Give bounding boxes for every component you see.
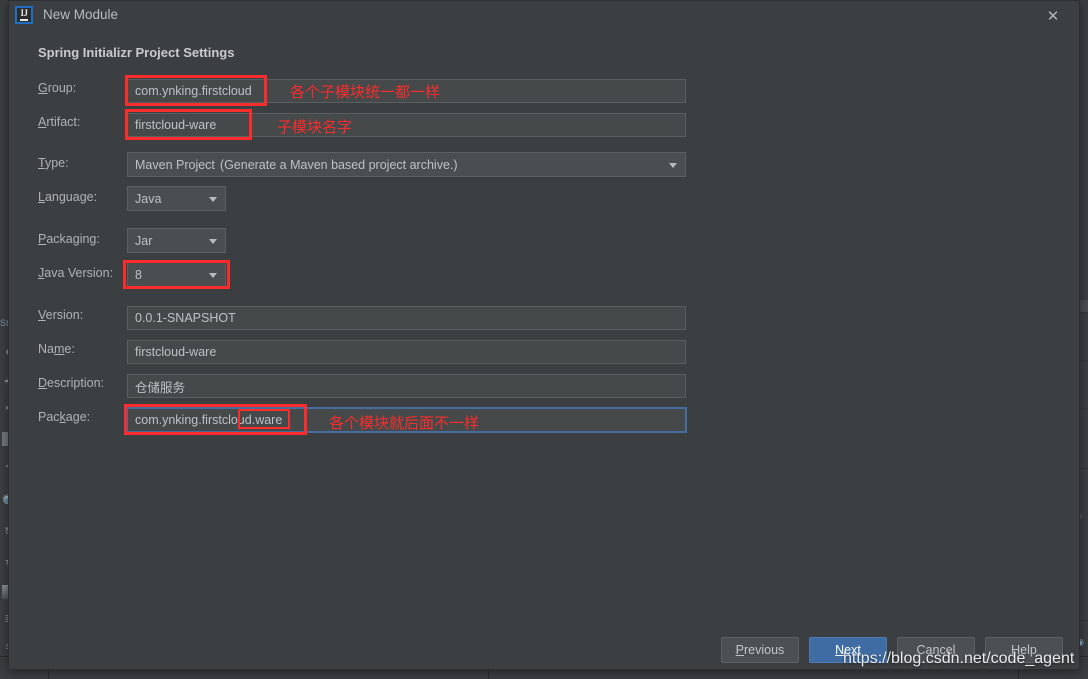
type-label: Type: <box>38 156 69 170</box>
version-label: Version: <box>38 308 84 322</box>
name-label: Name: <box>38 342 75 356</box>
dialog-title: New Module <box>43 7 119 22</box>
watermark-text: https://blog.csdn.net/code_agent <box>843 650 1075 667</box>
description-label: Description: <box>38 376 105 390</box>
language-value: Java <box>135 191 162 206</box>
form-row-name: Name: firstcloud-ware <box>9 338 1079 364</box>
form-row-version: Version: 0.0.1-SNAPSHOT <box>9 304 1079 330</box>
java-version-label: Java Version: <box>38 266 114 280</box>
form-row-group: Group: com.ynking.firstcloud <box>9 77 1079 103</box>
group-annotation: 各个子模块统一都一样 <box>290 83 441 101</box>
type-dropdown[interactable]: Maven Project (Generate a Maven based pr… <box>127 152 686 177</box>
description-input[interactable]: 仓储服务 <box>127 374 686 398</box>
artifact-input[interactable]: firstcloud-ware <box>127 113 686 137</box>
type-value: Maven Project <box>135 157 215 172</box>
artifact-annotation: 子模块名字 <box>277 118 353 136</box>
form-row-language: Language: Java <box>9 186 1079 212</box>
chevron-down-icon <box>209 272 217 278</box>
java-version-value: 8 <box>135 267 142 282</box>
package-label: Package: <box>38 410 91 424</box>
type-hint: (Generate a Maven based project archive.… <box>219 157 458 172</box>
chevron-down-icon <box>209 196 217 202</box>
package-value-prefix: com.ynking.firstcloud. <box>135 413 256 427</box>
language-dropdown[interactable]: Java <box>127 186 226 211</box>
package-value-suffix: ware <box>255 413 283 427</box>
chevron-down-icon <box>669 162 677 168</box>
packaging-dropdown[interactable]: Jar <box>127 228 226 253</box>
name-input[interactable]: firstcloud-ware <box>127 340 686 364</box>
form-row-packaging: Packaging: Jar <box>9 228 1079 254</box>
previous-button[interactable]: Previous <box>721 637 799 663</box>
version-input[interactable]: 0.0.1-SNAPSHOT <box>127 306 686 330</box>
packaging-value: Jar <box>135 233 153 248</box>
intellij-idea-logo-icon: IJ <box>15 6 33 24</box>
new-module-dialog: IJ New Module ✕ Spring Initializr Projec… <box>8 0 1080 670</box>
section-heading: Spring Initializr Project Settings <box>38 45 235 60</box>
form-row-artifact: Artifact: firstcloud-ware <box>9 111 1079 137</box>
dialog-titlebar: IJ New Module ✕ <box>9 1 1079 30</box>
group-label: Group: <box>38 81 77 95</box>
form-row-package: Package: com.ynking.firstcloud. ware <box>9 406 1079 432</box>
form-row-description: Description: 仓储服务 <box>9 372 1079 398</box>
close-icon[interactable]: ✕ <box>1043 7 1063 25</box>
language-label: Language: <box>38 190 98 204</box>
java-version-dropdown[interactable]: 8 <box>127 262 226 287</box>
form-row-java-version: Java Version: 8 <box>9 262 1079 288</box>
artifact-label: Artifact: <box>38 115 81 129</box>
packaging-label: Packaging: <box>38 232 100 246</box>
chevron-down-icon <box>209 238 217 244</box>
package-annotation: 各个模块就后面不一样 <box>329 414 480 432</box>
form-row-type: Type: Maven Project (Generate a Maven ba… <box>9 152 1079 178</box>
screen: Str ❮ ✚ ↖ ✦ 🔍 ↻ ★ ≣ ≡ ○ ◉ ▪ <box>0 0 1088 679</box>
